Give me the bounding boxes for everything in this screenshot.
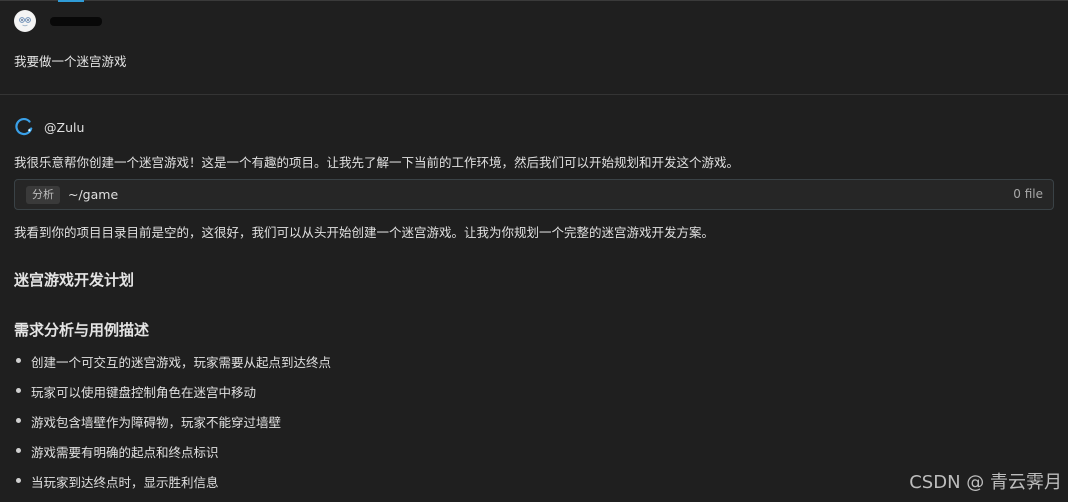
- list-item-text: 当玩家到达终点时，显示胜利信息: [31, 475, 219, 490]
- list-item-text: 游戏包含墙壁作为障碍物，玩家不能穿过墙壁: [31, 415, 282, 430]
- tool-path: ~/game: [68, 187, 119, 202]
- tool-call-card[interactable]: 分析 ~/game 0 file: [14, 179, 1054, 210]
- list-item: 游戏包含墙壁作为障碍物，玩家不能穿过墙壁: [14, 412, 331, 442]
- bullet-icon: [16, 478, 21, 483]
- active-tab-indicator: [58, 0, 84, 2]
- top-border: [0, 0, 1068, 1]
- section-title: 需求分析与用例描述: [14, 321, 150, 339]
- user-avatar-icon[interactable]: [14, 10, 36, 32]
- agent-header: @Zulu: [14, 116, 84, 138]
- bullet-icon: [16, 358, 21, 363]
- agent-followup-text: 我看到你的项目目录目前是空的，这很好，我们可以从头开始创建一个迷宫游戏。让我为你…: [14, 225, 715, 240]
- message-divider: [0, 94, 1068, 95]
- list-item: 创建一个可交互的迷宫游戏，玩家需要从起点到达终点: [14, 352, 331, 382]
- redacted-username: [50, 16, 102, 26]
- list-item: 当玩家到达终点时，显示胜利信息: [14, 472, 331, 502]
- file-count: 0 file: [1013, 187, 1043, 201]
- list-item-text: 游戏需要有明确的起点和终点标识: [31, 445, 219, 460]
- bullet-icon: [16, 448, 21, 453]
- agent-name: @Zulu: [44, 119, 85, 135]
- user-message: 我要做一个迷宫游戏: [14, 54, 127, 69]
- list-item: 游戏需要有明确的起点和终点标识: [14, 442, 331, 472]
- plan-title: 迷宫游戏开发计划: [14, 271, 135, 289]
- list-item-text: 玩家可以使用键盘控制角色在迷宫中移动: [31, 385, 257, 400]
- user-header: [14, 10, 102, 32]
- requirements-list: 创建一个可交互的迷宫游戏，玩家需要从起点到达终点 玩家可以使用键盘控制角色在迷宫…: [14, 352, 331, 502]
- list-item-text: 创建一个可交互的迷宫游戏，玩家需要从起点到达终点: [31, 355, 332, 370]
- tool-tag: 分析: [26, 186, 60, 204]
- zulu-logo-icon: [15, 117, 33, 136]
- bullet-icon: [16, 418, 21, 423]
- bullet-icon: [16, 388, 21, 393]
- agent-intro-text: 我很乐意帮你创建一个迷宫游戏！这是一个有趣的项目。让我先了解一下当前的工作环境，…: [14, 155, 740, 170]
- watermark: CSDN @ 青云霁月: [909, 472, 1062, 493]
- list-item: 玩家可以使用键盘控制角色在迷宫中移动: [14, 382, 331, 412]
